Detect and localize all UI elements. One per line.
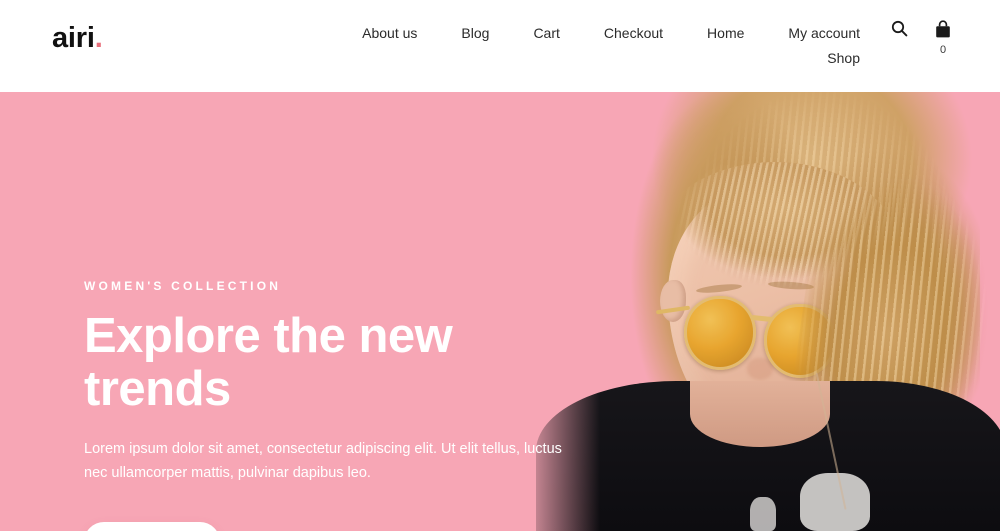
hero-title: Explore the new trends <box>84 309 453 416</box>
search-button[interactable] <box>891 20 908 37</box>
nav-item-shop[interactable]: Shop <box>827 46 860 71</box>
hero-paragraph: Lorem ipsum dolor sit amet, consectetur … <box>84 440 562 481</box>
nav-item-my-account[interactable]: My account <box>788 21 860 46</box>
cart-button[interactable]: 0 <box>934 20 952 56</box>
search-icon <box>891 20 908 37</box>
nav-item-checkout[interactable]: Checkout <box>604 21 663 46</box>
nav-item-home[interactable]: Home <box>707 21 744 46</box>
main-navigation: About us Blog Cart Checkout Home My acco… <box>360 21 860 71</box>
header-inner: airi. About us Blog Cart Checkout Home M… <box>0 0 1000 92</box>
site-header: airi. About us Blog Cart Checkout Home M… <box>0 0 1000 92</box>
nav-list: About us Blog Cart Checkout Home My acco… <box>360 21 860 71</box>
hero-section: WOMEN'S COLLECTION Explore the new trend… <box>0 92 1000 531</box>
model-shirt-print <box>800 473 870 531</box>
header-actions: 0 <box>891 20 952 56</box>
shopping-bag-icon <box>934 20 952 42</box>
logo-text: airi <box>52 22 95 54</box>
logo-dot: . <box>94 22 103 54</box>
nav-item-blog[interactable]: Blog <box>461 21 489 46</box>
hero-content: WOMEN'S COLLECTION Explore the new trend… <box>84 280 604 531</box>
nav-item-about-us[interactable]: About us <box>362 21 417 46</box>
nav-item-cart[interactable]: Cart <box>533 21 559 46</box>
site-logo[interactable]: airi. <box>52 24 103 53</box>
hero-eyebrow: WOMEN'S COLLECTION <box>84 279 282 293</box>
page-root: airi. About us Blog Cart Checkout Home M… <box>0 0 1000 531</box>
model-shirt-neckline <box>690 381 830 447</box>
model-shirt-print-secondary <box>750 497 776 531</box>
shop-now-button[interactable]: SHOP NOW <box>84 521 220 531</box>
cart-count: 0 <box>939 44 947 56</box>
